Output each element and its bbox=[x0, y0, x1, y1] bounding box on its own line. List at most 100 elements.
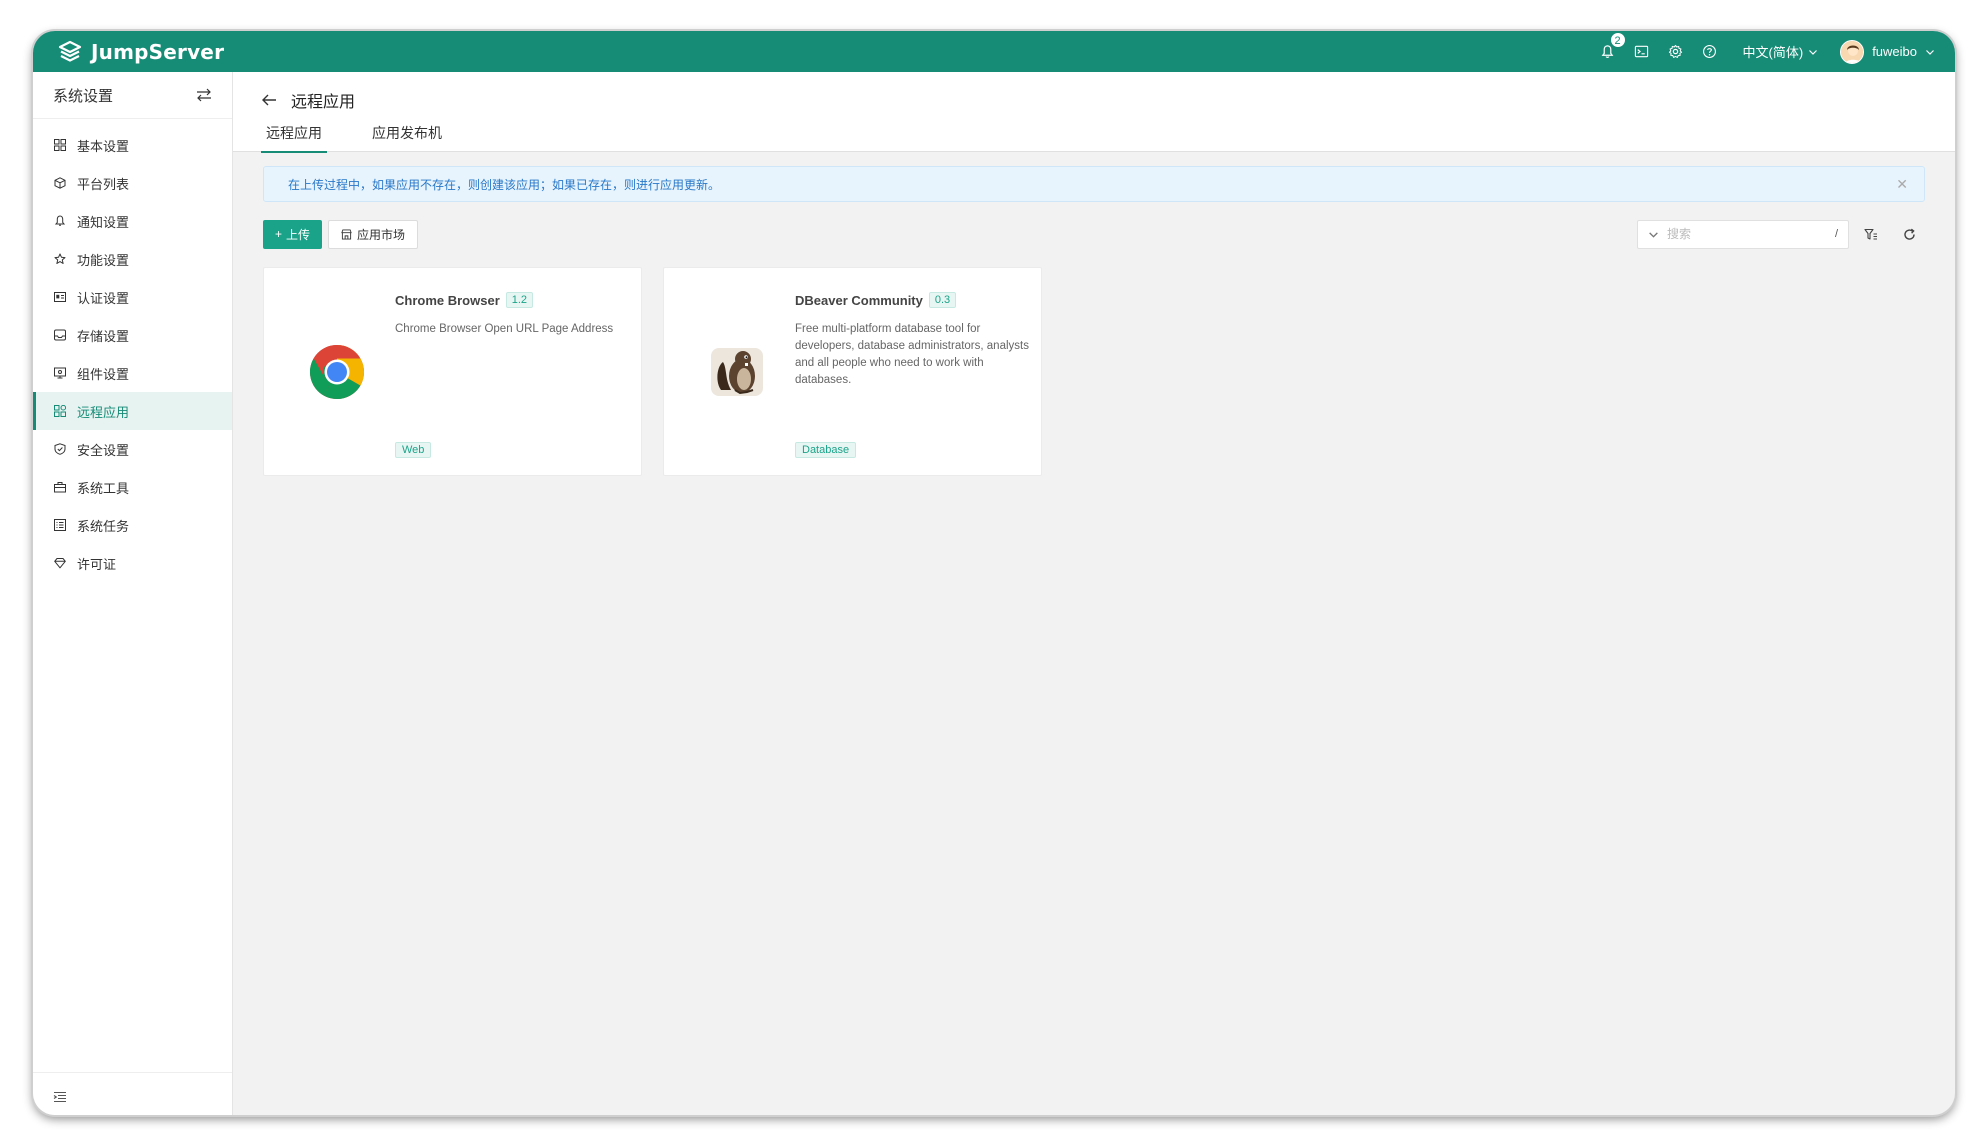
chevron-down-icon bbox=[1926, 49, 1934, 55]
sidebar-item-license[interactable]: 许可证 bbox=[33, 544, 232, 582]
close-icon[interactable]: ✕ bbox=[1896, 176, 1908, 193]
sidebar-footer-divider bbox=[33, 1072, 232, 1073]
bell-icon bbox=[53, 214, 67, 228]
chevron-down-icon bbox=[1809, 49, 1818, 55]
user-menu[interactable]: fuweibo bbox=[1840, 39, 1935, 64]
notification-badge: 2 bbox=[1609, 32, 1626, 48]
upload-button[interactable]: + 上传 bbox=[263, 219, 323, 249]
tasks-icon bbox=[53, 518, 67, 532]
sidebar-item-label: 通知设置 bbox=[77, 214, 130, 230]
app-market-label: 应用市场 bbox=[357, 227, 406, 242]
grid-icon bbox=[53, 138, 67, 152]
sidebar-item-label: 认证设置 bbox=[77, 290, 130, 306]
language-label: 中文(简体) bbox=[1742, 45, 1804, 60]
sidebar-item-feature-settings[interactable]: 功能设置 bbox=[33, 240, 232, 278]
sidebar-item-label: 组件设置 bbox=[77, 366, 130, 382]
chevron-down-icon[interactable] bbox=[1648, 229, 1659, 240]
card-title: Chrome Browser 1.2 bbox=[395, 292, 534, 308]
search-input[interactable] bbox=[1667, 227, 1827, 241]
app-window: JumpServer 2 中文(简体) fuweibo 系统设置 基本设置 平台… bbox=[33, 31, 1955, 1115]
top-bar: JumpServer 2 中文(简体) fuweibo bbox=[33, 31, 1955, 72]
sidebar-item-platform-list[interactable]: 平台列表 bbox=[33, 164, 232, 202]
language-selector[interactable]: 中文(简体) bbox=[1743, 42, 1819, 61]
app-name: Chrome Browser bbox=[395, 292, 500, 308]
sidebar-item-system-tools[interactable]: 系统工具 bbox=[33, 468, 232, 506]
sidebar-item-label: 存储设置 bbox=[77, 328, 130, 344]
refresh-button[interactable] bbox=[1893, 220, 1925, 249]
dbeaver-logo-icon bbox=[711, 348, 763, 396]
app-card-chrome[interactable]: Chrome Browser 1.2 Chrome Browser Open U… bbox=[263, 267, 642, 476]
search-box: / bbox=[1637, 219, 1849, 249]
sidebar-item-label: 系统任务 bbox=[77, 518, 130, 534]
app-card-dbeaver[interactable]: DBeaver Community 0.3 Free multi-platfor… bbox=[663, 267, 1042, 476]
sidebar-item-label: 功能设置 bbox=[77, 252, 130, 268]
username: fuweibo bbox=[1872, 44, 1917, 59]
sidebar-item-label: 远程应用 bbox=[77, 404, 130, 420]
info-alert: 在上传过程中，如果应用不存在，则创建该应用；如果已存在，则进行应用更新。 ✕ bbox=[263, 166, 1925, 202]
avatar-icon bbox=[1841, 40, 1864, 63]
brand[interactable]: JumpServer bbox=[57, 39, 224, 65]
version-badge: 0.3 bbox=[928, 292, 957, 308]
collapse-sidebar-icon[interactable] bbox=[53, 1091, 67, 1103]
upload-label: 上传 bbox=[286, 227, 311, 242]
sidebar-item-storage-settings[interactable]: 存储设置 bbox=[33, 316, 232, 354]
settings-button[interactable] bbox=[1659, 31, 1693, 72]
refresh-icon bbox=[1903, 228, 1915, 240]
back-arrow-icon[interactable] bbox=[261, 93, 277, 107]
inbox-icon bbox=[53, 328, 67, 342]
star-icon bbox=[53, 252, 67, 266]
app-name: DBeaver Community bbox=[795, 292, 923, 308]
sidebar-item-security-settings[interactable]: 安全设置 bbox=[33, 430, 232, 468]
app-description: Chrome Browser Open URL Page Address bbox=[395, 323, 614, 335]
sidebar-item-label: 系统工具 bbox=[77, 480, 130, 496]
filter-icon bbox=[1864, 228, 1877, 240]
help-button[interactable] bbox=[1693, 31, 1727, 72]
help-icon bbox=[1703, 45, 1716, 58]
shield-icon bbox=[53, 442, 67, 456]
switch-view-icon[interactable] bbox=[196, 88, 212, 102]
category-tag: Database bbox=[795, 442, 857, 458]
page-title: 远程应用 bbox=[291, 94, 356, 111]
sidebar-item-notification-settings[interactable]: 通知设置 bbox=[33, 202, 232, 240]
avatar bbox=[1840, 39, 1865, 64]
sidebar-item-auth-settings[interactable]: 认证设置 bbox=[33, 278, 232, 316]
main-content: 在上传过程中，如果应用不存在，则创建该应用；如果已存在，则进行应用更新。 ✕ +… bbox=[233, 152, 1955, 1115]
apps-icon bbox=[53, 404, 67, 418]
filter-button[interactable] bbox=[1855, 220, 1887, 249]
store-icon bbox=[341, 228, 352, 240]
page-title-row: 远程应用 bbox=[261, 88, 355, 112]
toolbox-icon bbox=[53, 480, 67, 494]
chrome-logo-icon bbox=[309, 345, 365, 400]
page-header: 远程应用 远程应用 应用发布机 bbox=[233, 72, 1955, 153]
page-tabs: 远程应用 应用发布机 bbox=[261, 117, 447, 153]
sidebar-item-label: 基本设置 bbox=[77, 138, 130, 154]
id-card-icon bbox=[53, 290, 67, 304]
web-terminal-button[interactable] bbox=[1625, 31, 1659, 72]
brand-name: JumpServer bbox=[91, 39, 225, 64]
sidebar-item-component-settings[interactable]: 组件设置 bbox=[33, 354, 232, 392]
sidebar-item-label: 许可证 bbox=[77, 556, 117, 572]
sidebar-item-basic-settings[interactable]: 基本设置 bbox=[33, 126, 232, 164]
tab-app-publisher[interactable]: 应用发布机 bbox=[367, 117, 447, 153]
gear-icon bbox=[1668, 44, 1683, 58]
tab-remote-apps[interactable]: 远程应用 bbox=[261, 117, 327, 153]
category-tag: Web bbox=[395, 442, 432, 458]
jumpserver-logo-icon bbox=[58, 40, 82, 62]
terminal-icon bbox=[1634, 45, 1649, 58]
cube-icon bbox=[53, 176, 67, 190]
sidebar-menu: 基本设置 平台列表 通知设置 功能设置 认证设置 存储设置 组件设置 远程应用 … bbox=[33, 126, 232, 582]
sidebar-item-label: 安全设置 bbox=[77, 442, 130, 458]
diamond-icon bbox=[53, 556, 67, 570]
sidebar: 系统设置 基本设置 平台列表 通知设置 功能设置 认证设置 存储设置 组件设置 … bbox=[33, 72, 233, 1115]
app-card-list: Chrome Browser 1.2 Chrome Browser Open U… bbox=[263, 267, 1042, 476]
sidebar-item-remote-apps[interactable]: 远程应用 bbox=[33, 392, 232, 430]
monitor-icon bbox=[53, 366, 67, 380]
plus-icon: + bbox=[275, 227, 283, 241]
notifications-button[interactable]: 2 bbox=[1591, 31, 1626, 72]
app-market-button[interactable]: 应用市场 bbox=[328, 219, 419, 249]
alert-text: 在上传过程中，如果应用不存在，则创建该应用；如果已存在，则进行应用更新。 bbox=[288, 177, 721, 192]
sidebar-item-system-tasks[interactable]: 系统任务 bbox=[33, 506, 232, 544]
top-right-actions: 2 中文(简体) fuweibo bbox=[1591, 31, 1935, 72]
version-badge: 1.2 bbox=[505, 292, 534, 308]
card-title: DBeaver Community 0.3 bbox=[795, 292, 957, 308]
